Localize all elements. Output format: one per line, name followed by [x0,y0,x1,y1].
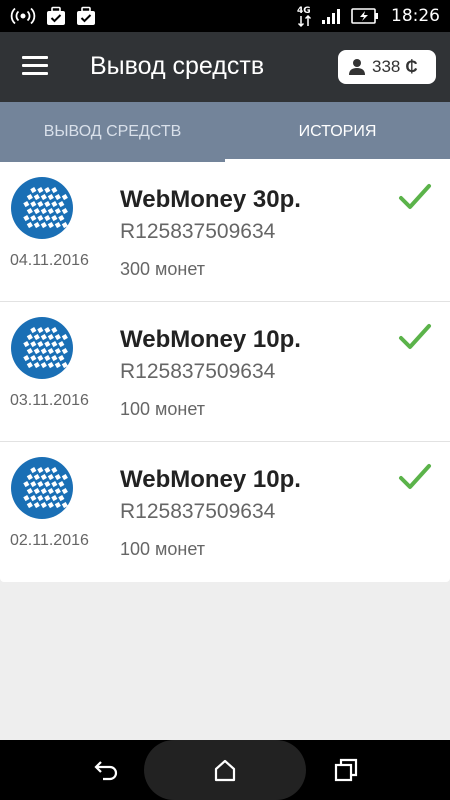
signal-icon [322,9,340,24]
history-coins: 100 монет [120,539,206,559]
history-item[interactable]: 03.11.2016 WebMoney 10р. R125837509634 100 … [0,302,450,442]
currency-symbol: ₵ [405,57,418,76]
history-coins: 300 монет [120,259,206,279]
wifi-hotspot-icon [10,7,36,25]
webmoney-logo-icon [11,317,73,379]
check-icon [399,184,431,209]
webmoney-logo-icon [11,177,73,239]
tab-withdraw[interactable]: ВЫВОД СРЕДСТВ [0,102,225,162]
status-bar: 4G 18:26 [0,0,450,32]
history-list: 04.11.2016 WebMoney 30р. R125837509634 300 … [0,162,450,582]
history-title: WebMoney 10р. [120,466,301,493]
tab-bar: ВЫВОД СРЕДСТВ ИСТОРИЯ [0,102,450,162]
balance-badge[interactable]: 338 ₵ [338,50,436,84]
history-coins: 100 монет [120,399,206,419]
recent-apps-icon[interactable] [332,756,360,784]
network-4g-icon: 4G [297,6,312,28]
check-icon [399,324,431,349]
history-account: R125837509634 [120,220,276,243]
history-account: R125837509634 [120,360,276,383]
page-title: Вывод средств [90,52,265,80]
check-icon [399,464,431,489]
history-date: 04.11.2016 [10,252,89,269]
user-icon [349,59,365,75]
menu-icon-line [22,56,48,59]
menu-icon-line [22,72,48,75]
app-bar: Вывод средств 338 ₵ [0,32,450,102]
status-time: 18:26 [391,6,440,26]
webmoney-logo-icon [11,457,73,519]
briefcase-check-icon [47,6,65,25]
back-icon[interactable] [92,756,120,784]
menu-button[interactable] [22,56,48,78]
home-icon[interactable] [211,756,239,784]
status-left-icons [10,6,96,26]
battery-charging-icon [351,8,378,24]
history-date: 02.11.2016 [10,532,89,549]
tab-history[interactable]: ИСТОРИЯ [225,102,450,162]
history-title: WebMoney 30р. [120,186,301,213]
status-right-icons: 4G 18:26 [297,4,440,28]
history-title: WebMoney 10р. [120,326,301,353]
history-account: R125837509634 [120,500,276,523]
balance-value: 338 [372,57,401,76]
history-item[interactable]: 02.11.2016 WebMoney 10р. R125837509634 100 … [0,442,450,582]
briefcase-check-icon [77,6,95,25]
history-date: 03.11.2016 [10,392,89,409]
menu-icon-line [22,64,48,67]
history-item[interactable]: 04.11.2016 WebMoney 30р. R125837509634 300 … [0,162,450,302]
svg-text:4G: 4G [297,6,311,16]
navigation-bar [0,740,450,800]
